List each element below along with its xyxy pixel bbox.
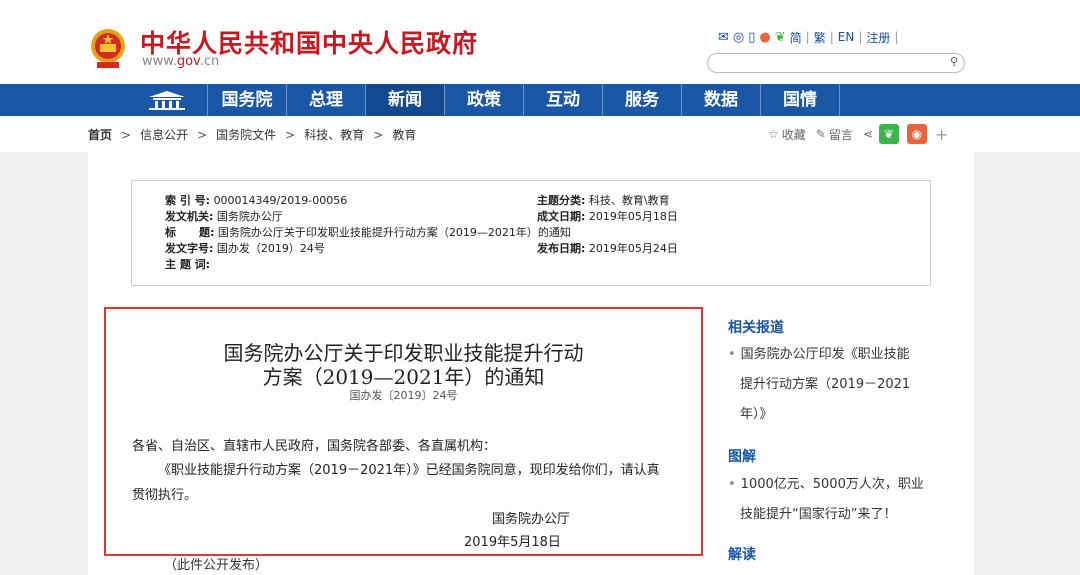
nav-item-state-council[interactable]: 国务院 [208, 84, 287, 116]
meta-category: 主题分类: 科技、教育\教育 [537, 194, 670, 207]
national-emblem-icon[interactable] [88, 26, 128, 70]
graphic-link-line-1[interactable]: • 1000亿元、5000万人次，职业 [728, 470, 924, 499]
content-panel: 索 引 号: 000014349/2019-00056 主题分类: 科技、教育\… [88, 152, 974, 575]
building-icon [149, 91, 185, 110]
meta-issuer: 发文机关: 国务院办公厅 [165, 210, 283, 223]
document-metadata-table: 索 引 号: 000014349/2019-00056 主题分类: 科技、教育\… [131, 180, 931, 286]
graphic-link-line-2[interactable]: 技能提升“国家行动”来了！ [740, 500, 896, 529]
document-body-line-1: 《职业技能提升行动方案（2019－2021年）》已经国务院同意，现印发给你们，请… [158, 463, 660, 478]
nav-item-interaction[interactable]: 互动 [524, 84, 603, 116]
site-url-gov: gov [176, 54, 200, 69]
search-icon[interactable]: ⚲ [950, 55, 958, 68]
nav-item-policy[interactable]: 政策 [445, 84, 524, 116]
related-link-line-3[interactable]: 年）》 [740, 400, 773, 429]
chat-icon[interactable]: ◎ [733, 30, 744, 45]
mobile-icon[interactable]: ▯ [748, 30, 755, 45]
meta-written-date: 成文日期: 2019年05月18日 [537, 210, 678, 223]
nav-item-news[interactable]: 新闻 [366, 84, 445, 116]
related-link-line-2[interactable]: 提升行动方案（2019－2021 [740, 370, 910, 399]
meta-title: 标 题: 国务院办公厅关于印发职业技能提升行动方案（2019—2021年）的通知 [165, 226, 571, 239]
breadcrumb-bar: 首页 > 信息公开 > 国务院文件 > 科技、教育 > 教育 ☆ 收藏 ✎ 留言 ⋖… [0, 116, 1080, 152]
tools-separator: | [829, 30, 834, 44]
document-date: 2019年5月18日 [464, 535, 561, 550]
search-input[interactable]: ⚲ [707, 53, 965, 73]
document-number: 国办发〔2019〕24号 [349, 389, 458, 402]
comment-button[interactable]: ✎ 留言 [816, 126, 853, 143]
mail-icon[interactable]: ✉ [718, 30, 729, 45]
lang-simplified[interactable]: 简 [790, 29, 802, 46]
meta-doc-number: 发文字号: 国办发（2019）24号 [165, 242, 325, 255]
breadcrumb-info-public[interactable]: 信息公开 [140, 126, 188, 143]
site-header: 中华人民共和国中央人民政府 www.gov.cn ✉ ◎ ▯ ● ❦ 简 | 繁… [0, 0, 1080, 84]
register-link[interactable]: 注册 [866, 29, 890, 46]
bullet-icon: • [728, 347, 736, 362]
nav-item-national-info[interactable]: 国情 [761, 84, 840, 116]
document-addressee: 各省、自治区、直辖市人民政府，国务院各部委、各直属机构： [132, 439, 497, 454]
main-nav: 国务院 总理 新闻 政策 互动 服务 数据 国情 [0, 84, 1080, 116]
breadcrumb: 首页 > 信息公开 > 国务院文件 > 科技、教育 > 教育 [88, 126, 416, 143]
interpretation-heading[interactable]: 解读 [728, 544, 756, 564]
publication-note: （此件公开发布） [164, 558, 269, 573]
chevron-right-icon: > [373, 127, 384, 142]
tools-separator: | [858, 30, 863, 44]
document-signer: 国务院办公厅 [492, 512, 571, 527]
tools-separator: | [894, 30, 899, 44]
breadcrumb-council-docs[interactable]: 国务院文件 [216, 126, 276, 143]
chevron-right-icon: > [197, 127, 208, 142]
star-icon: ☆ [768, 127, 779, 141]
weibo-icon[interactable]: ● [759, 30, 770, 45]
nav-item-services[interactable]: 服务 [603, 84, 682, 116]
breadcrumb-home[interactable]: 首页 [88, 126, 112, 143]
nav-item-data[interactable]: 数据 [682, 84, 761, 116]
chevron-right-icon: > [121, 127, 132, 142]
nav-home-building-icon[interactable] [127, 84, 208, 116]
comment-label: 留言 [828, 127, 853, 142]
site-url-suffix: .cn [199, 54, 220, 69]
graphic-heading[interactable]: 图解 [728, 446, 756, 466]
site-url-prefix: www. [142, 54, 177, 69]
meta-keywords: 主 题 词: [165, 258, 211, 271]
lang-english[interactable]: EN [838, 30, 855, 44]
more-share-icon[interactable]: + [935, 125, 948, 144]
meta-index-no: 索 引 号: 000014349/2019-00056 [165, 194, 348, 207]
pencil-icon: ✎ [815, 127, 826, 141]
favorite-button[interactable]: ☆ 收藏 [768, 126, 806, 143]
breadcrumb-education[interactable]: 教育 [392, 126, 416, 143]
document-title-line-2: 方案（2019—2021年）的通知 [262, 365, 545, 389]
meta-published-date: 发布日期: 2019年05月24日 [537, 242, 678, 255]
share-actions: ☆ 收藏 ✎ 留言 ⋖ ❦ ◉ + [768, 124, 948, 144]
wechat-icon[interactable]: ❦ [775, 30, 786, 45]
document-body-line-2: 贯彻执行。 [132, 488, 198, 503]
document-body-highlight: 国务院办公厅关于印发职业技能提升行动 方案（2019—2021年）的通知 国办发… [104, 307, 703, 556]
lang-traditional[interactable]: 繁 [814, 29, 826, 46]
site-url[interactable]: www.gov.cn [142, 54, 219, 69]
related-link-line-1[interactable]: • 国务院办公厅印发《职业技能 [728, 340, 910, 369]
nav-item-premier[interactable]: 总理 [287, 84, 366, 116]
wechat-share-icon[interactable]: ❦ [878, 124, 899, 144]
favorite-label: 收藏 [781, 127, 806, 142]
chevron-right-icon: > [285, 127, 296, 142]
weibo-share-icon[interactable]: ◉ [906, 124, 927, 144]
bullet-icon: • [728, 477, 736, 492]
tools-separator: | [805, 30, 810, 44]
breadcrumb-tech-edu[interactable]: 科技、教育 [304, 126, 364, 143]
share-icon[interactable]: ⋖ [863, 127, 873, 141]
related-reports-heading[interactable]: 相关报道 [728, 317, 784, 337]
header-tools: ✉ ◎ ▯ ● ❦ 简 | 繁 | EN | 注册 | [718, 28, 902, 46]
